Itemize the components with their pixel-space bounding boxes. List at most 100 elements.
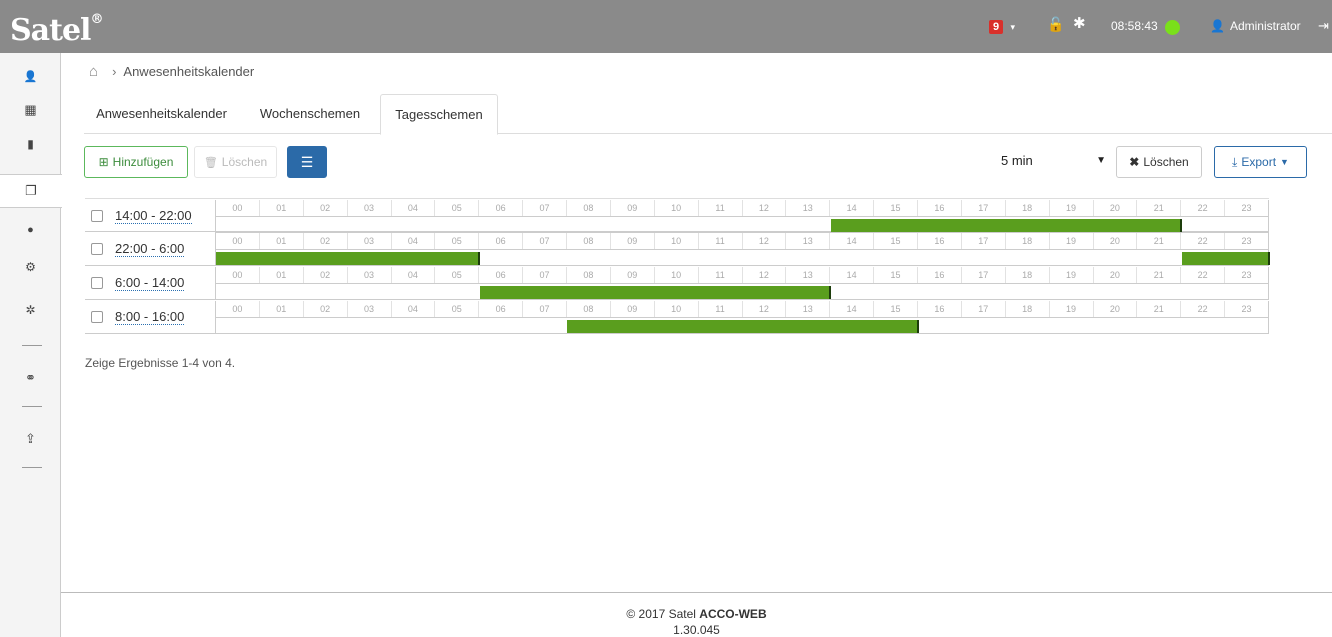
hour-tick: 16 (918, 267, 962, 283)
breadcrumb: ⌂ › Anwesenheitskalender (89, 63, 254, 80)
hour-tick: 08 (567, 200, 611, 216)
delete-button-label: Löschen (221, 155, 268, 169)
unlock-icon[interactable]: 🔓 (1047, 15, 1064, 33)
delete-button[interactable]: 🗑 Löschen (194, 146, 277, 178)
active-time-bar (567, 320, 919, 333)
tabs-bar: Anwesenheitskalender Wochenschemen Tages… (84, 94, 1332, 135)
clear-button[interactable]: ✖ Löschen (1116, 146, 1202, 178)
hour-tick: 10 (655, 301, 699, 317)
hour-tick: 09 (611, 267, 655, 283)
upload-icon: ⇪ (25, 431, 36, 446)
gear-icon: ✲ (25, 303, 36, 317)
hour-scale: 00 01 02 03 04 05 06 07 08 09 10 11 12 13 14 15 16 17 18 19… (216, 301, 1268, 318)
caret-down-icon: ▼ (1280, 157, 1289, 167)
hour-tick: 17 (962, 200, 1006, 216)
schedule-name-link[interactable]: 8:00 - 16:00 (115, 309, 185, 325)
sidebar-item-network[interactable]: ⚭ (0, 361, 61, 395)
hour-tick: 20 (1094, 233, 1138, 249)
plus-square-icon: ⊞ (98, 155, 109, 169)
schedule-row: 14:00 - 22:00 00 01 02 03 04 05 06 07 08 09 10 11 12 1… (85, 198, 1269, 233)
row-checkbox[interactable] (91, 210, 103, 222)
sidebar: 👤 ▦ ▮ ❐ ● ⚙ ✲ ⚭ ⇪ (0, 53, 62, 637)
hour-tick: 22 (1181, 267, 1226, 283)
main-content: ⌂ › Anwesenheitskalender Anwesenheitskal… (61, 53, 1332, 593)
sidebar-item-calendar[interactable]: ▦ (0, 93, 61, 127)
sidebar-item-upload[interactable]: ⇪ (0, 422, 61, 456)
asterisk-icon[interactable]: ✱ (1073, 15, 1086, 33)
hour-tick: 20 (1094, 267, 1138, 283)
hour-tick: 02 (304, 200, 348, 216)
hour-tick: 18 (1006, 200, 1050, 216)
hour-tick: 04 (392, 233, 436, 249)
hour-tick: 14 (830, 267, 875, 283)
sidebar-item-cogs[interactable]: ⚙ (0, 250, 61, 284)
footer: © 2017 Satel ACCO-WEB 1.30.045 (61, 606, 1332, 637)
hour-tick: 19 (1050, 267, 1094, 283)
home-icon[interactable]: ⌂ (89, 63, 98, 80)
row-checkbox[interactable] (91, 311, 103, 323)
breadcrumb-current: Anwesenheitskalender (123, 64, 255, 79)
schedule-name-link[interactable]: 6:00 - 14:00 (115, 275, 185, 291)
sidebar-item-schedules[interactable]: ❐ (0, 174, 62, 208)
hour-tick: 06 (479, 267, 524, 283)
tab-anwesenheitskalender[interactable]: Anwesenheitskalender (84, 94, 239, 134)
hour-tick: 08 (567, 301, 611, 317)
list-view-button[interactable]: ☰ (287, 146, 327, 178)
schedule-name-link[interactable]: 22:00 - 6:00 (115, 241, 185, 257)
hour-tick: 21 (1137, 301, 1182, 317)
hour-tick: 04 (392, 200, 436, 216)
hour-tick: 12 (743, 200, 787, 216)
tab-tagesschemen[interactable]: Tagesschemen (380, 94, 498, 135)
user-icon: 👤 (23, 70, 38, 83)
sidebar-item-settings[interactable]: ✲ (0, 293, 61, 327)
hour-tick: 12 (743, 233, 787, 249)
interval-select[interactable]: 5 min ▼ (1001, 153, 1106, 173)
hour-tick: 06 (479, 301, 524, 317)
add-button[interactable]: ⊞ Hinzufügen (84, 146, 188, 178)
logout-icon[interactable]: ⇥ (1318, 17, 1329, 35)
sidebar-item-documents[interactable]: ▮ (0, 127, 61, 161)
hour-tick: 18 (1006, 267, 1050, 283)
hour-tick: 15 (874, 301, 918, 317)
hour-tick: 19 (1050, 233, 1094, 249)
download-icon: ⤓ (1232, 154, 1238, 169)
add-button-label: Hinzufügen (112, 155, 174, 169)
hour-tick: 23 (1241, 304, 1252, 314)
hour-tick: 04 (392, 301, 436, 317)
timeline: 00 01 02 03 04 05 06 07 08 09 10 11 12 13 14 15 16 17 18 19… (215, 301, 1269, 334)
hour-tick: 08 (567, 267, 611, 283)
hour-tick: 05 (435, 301, 480, 317)
schedule-row: 8:00 - 16:00 00 01 02 03 04 05 06 07 08 09 10 11 12 13… (85, 300, 1269, 334)
hour-tick: 20 (1094, 301, 1138, 317)
hour-tick: 08 (567, 233, 611, 249)
hour-tick: 16 (918, 200, 962, 216)
sidebar-item-globe[interactable]: ● (0, 213, 61, 247)
row-checkbox[interactable] (91, 277, 103, 289)
alerts-dropdown[interactable]: 9 ▾ (989, 17, 1015, 36)
satel-logo[interactable]: Satel® (10, 8, 103, 49)
hour-tick: 13 (786, 200, 831, 216)
schedule-row: 6:00 - 14:00 00 01 02 03 04 05 06 07 08 09 10 11 12 13… (85, 266, 1269, 300)
hour-tick: 09 (611, 233, 655, 249)
user-menu[interactable]: 👤 Administrator (1210, 17, 1301, 35)
hour-tick: 14 (830, 200, 875, 216)
row-checkbox[interactable] (91, 243, 103, 255)
sidebar-item-users[interactable]: 👤 (0, 59, 61, 93)
hour-tick: 12 (743, 267, 787, 283)
hour-scale: 00 01 02 03 04 05 06 07 08 09 10 11 12 13 14 15 16 17 18 19… (216, 200, 1268, 217)
day-schedule-list: 14:00 - 22:00 00 01 02 03 04 05 06 07 08 09 10 11 12 1… (85, 198, 1270, 334)
hour-tick: 05 (435, 267, 480, 283)
sidebar-divider (22, 406, 42, 407)
top-bar: Satel® 9 ▾ 🔓 ✱ 08:58:43 👤 Administrator ⇥ (0, 0, 1332, 53)
hour-tick: 03 (348, 200, 392, 216)
export-button[interactable]: ⤓ Export ▼ (1214, 146, 1307, 178)
caret-down-icon: ▼ (1096, 155, 1106, 166)
hour-tick: 23 (1241, 270, 1252, 280)
sidebar-divider (22, 467, 42, 468)
hour-tick: 17 (962, 233, 1006, 249)
schedule-name-link[interactable]: 14:00 - 22:00 (115, 208, 192, 224)
footer-copyright: © 2017 Satel (626, 607, 696, 621)
hour-tick: 07 (523, 200, 567, 216)
tab-wochenschemen[interactable]: Wochenschemen (251, 94, 369, 134)
hour-tick: 19 (1050, 301, 1094, 317)
